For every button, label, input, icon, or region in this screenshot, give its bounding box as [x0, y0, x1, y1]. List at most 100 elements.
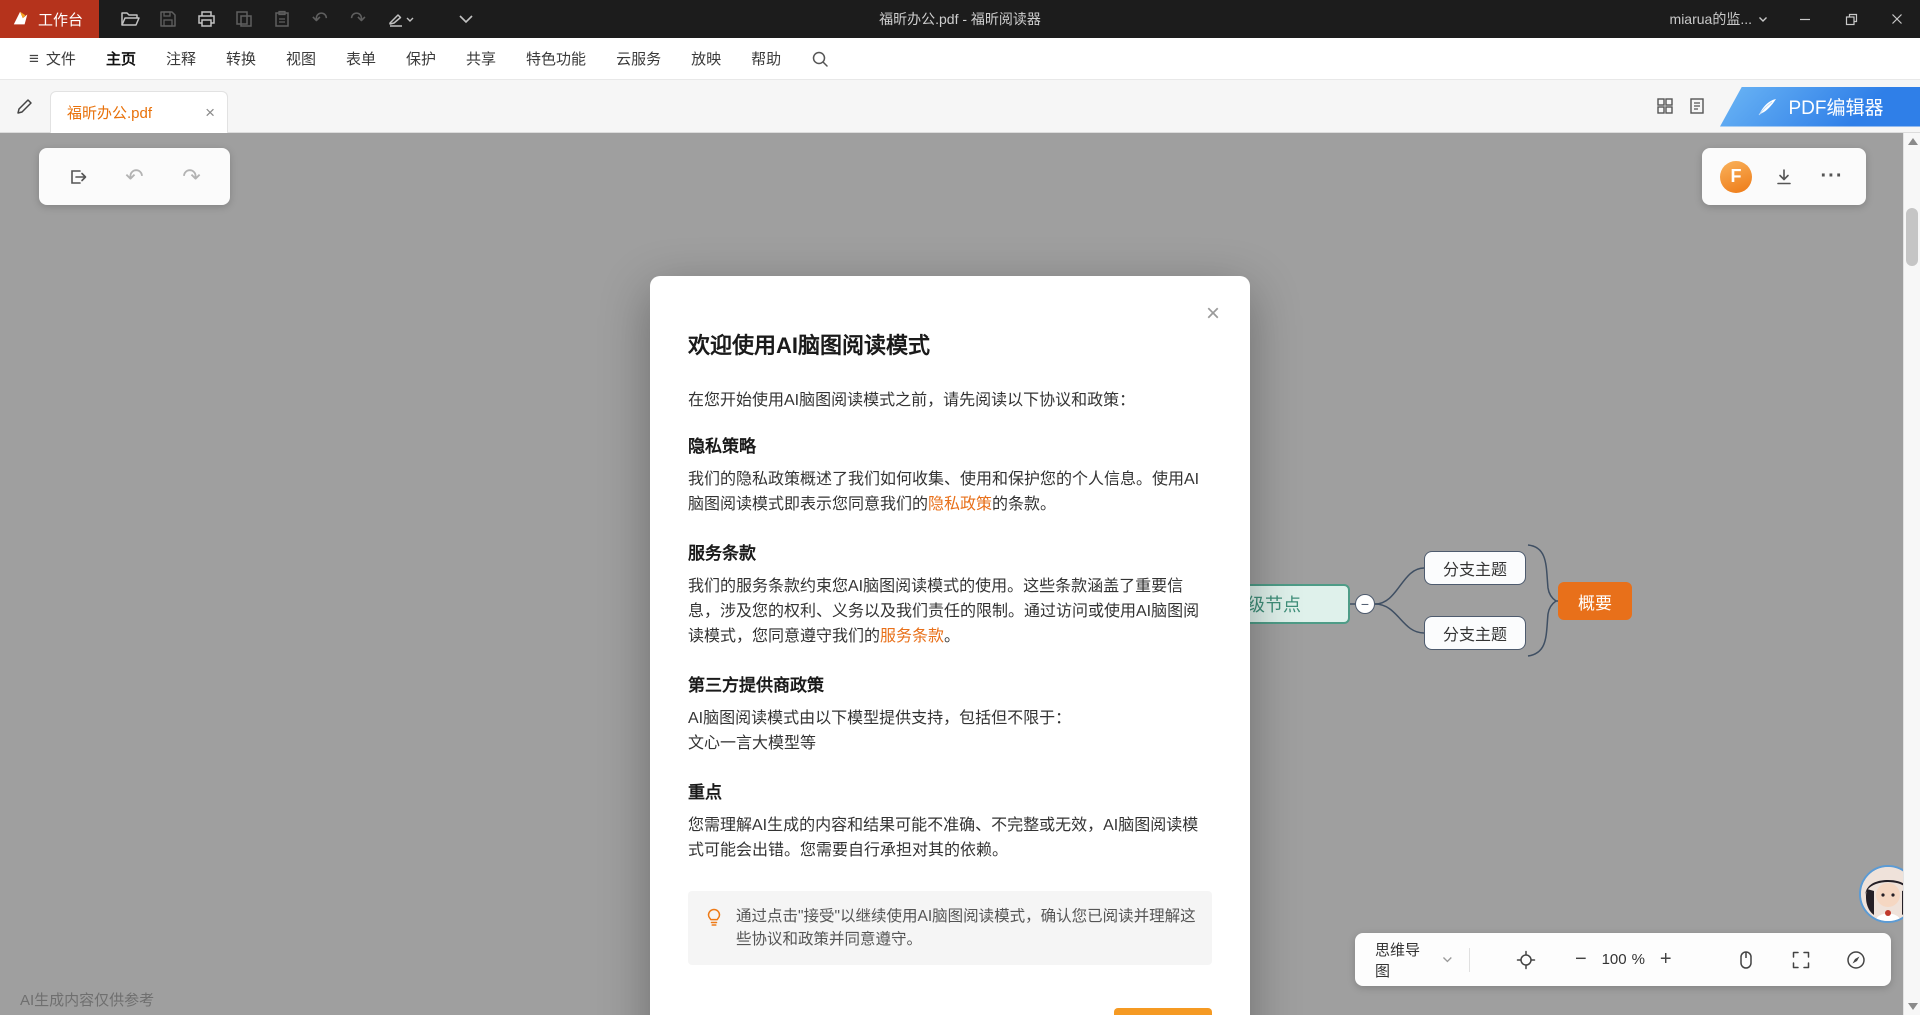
vertical-scrollbar[interactable] [1903, 133, 1920, 1015]
account-name: miarua的监... [1670, 9, 1752, 29]
privacy-policy-link[interactable]: 隐私政策 [928, 496, 992, 513]
search-icon[interactable] [802, 50, 838, 68]
mouse-mode-icon[interactable] [1732, 945, 1761, 975]
chevron-down-icon [1442, 956, 1453, 963]
dialog-title: 欢迎使用AI脑图阅读模式 [688, 328, 1212, 360]
menu-view[interactable]: 视图 [271, 38, 331, 80]
menu-form[interactable]: 表单 [331, 38, 391, 80]
redo-icon[interactable]: ↷ [341, 4, 375, 34]
mindmap-node-branch-top[interactable]: 分支主题 [1424, 551, 1526, 585]
view-mode-select[interactable]: 思维导图 [1375, 939, 1453, 981]
menubar: ≡ 文件 主页 注释 转换 视图 表单 保护 共享 特色功能 云服务 放映 帮助 [0, 38, 1920, 80]
tabbar-right: PDF编辑器 [1656, 80, 1920, 133]
workspace-label: 工作台 [38, 9, 83, 30]
redo-icon[interactable]: ↷ [172, 157, 212, 197]
minimize-button[interactable] [1782, 0, 1828, 38]
chevron-down-icon [1758, 16, 1768, 23]
window-title: 福昕办公.pdf - 福昕阅读器 [879, 9, 1041, 29]
zoom-in-button[interactable]: + [1651, 945, 1680, 975]
quill-icon [1756, 96, 1778, 118]
view-control-bar: 思维导图 − 100% + [1355, 933, 1891, 986]
ink-sign-icon[interactable] [379, 4, 423, 34]
dialog-close-icon[interactable]: × [1206, 302, 1220, 326]
tab-title: 福昕办公.pdf [67, 102, 197, 123]
quick-access-toolbar: ↶ ↷ [113, 4, 483, 34]
save-icon[interactable] [151, 4, 185, 34]
terms-heading: 服务条款 [688, 539, 1212, 564]
scrollbar-thumb[interactable] [1906, 208, 1918, 266]
annotate-pencil-icon[interactable] [0, 97, 50, 115]
privacy-body: 我们的隐私政策概述了我们如何收集、使用和保护您的个人信息。使用AI脑图阅读模式即… [688, 467, 1212, 517]
mindmap-node-branch-bottom[interactable]: 分支主题 [1424, 616, 1526, 650]
titlebar-right: miarua的监... [1656, 0, 1920, 38]
lightbulb-icon [704, 907, 724, 929]
view-mode-label: 思维导图 [1375, 939, 1434, 981]
collapse-node-icon[interactable]: − [1355, 594, 1375, 614]
menu-slideshow[interactable]: 放映 [676, 38, 736, 80]
workspace-button[interactable]: 工作台 [0, 0, 99, 38]
foxit-logo-icon [12, 10, 30, 28]
menu-protect[interactable]: 保护 [391, 38, 451, 80]
grid-view-icon[interactable] [1656, 97, 1674, 115]
toolbar-expand-icon[interactable] [449, 4, 483, 34]
divider [1469, 948, 1470, 972]
compass-icon[interactable] [1842, 945, 1871, 975]
key-point-heading: 重点 [688, 778, 1212, 803]
terms-body-tail: 。 [944, 628, 960, 645]
zoom-level: 100% [1602, 951, 1645, 968]
undo-icon[interactable]: ↶ [303, 4, 337, 34]
download-icon[interactable] [1764, 157, 1804, 197]
undo-icon[interactable]: ↶ [115, 157, 155, 197]
third-party-line1: AI脑图阅读模式由以下模型提供支持，包括但不限于： [688, 706, 1212, 731]
ai-disclaimer: AI生成内容仅供参考 [20, 989, 154, 1010]
menu-home[interactable]: 主页 [91, 38, 151, 80]
foxit-reader-window: 工作台 ↶ ↷ [0, 0, 1920, 133]
close-tab-icon[interactable]: × [205, 104, 215, 121]
print-icon[interactable] [189, 4, 223, 34]
menu-share[interactable]: 共享 [451, 38, 511, 80]
accept-button[interactable]: 接受 [1114, 1008, 1212, 1015]
locate-center-icon[interactable] [1511, 945, 1540, 975]
accept-tip-box: 通过点击"接受"以继续使用AI脑图阅读模式，确认您已阅读并理解这些协议和政策并同… [688, 891, 1212, 965]
copy-icon[interactable] [227, 4, 261, 34]
dialog-intro: 在您开始使用AI脑图阅读模式之前，请先阅读以下协议和政策： [688, 386, 1212, 410]
fullscreen-icon[interactable] [1787, 945, 1816, 975]
scroll-up-icon[interactable] [1908, 138, 1918, 145]
open-in-editor-icon[interactable] [58, 157, 98, 197]
menu-comment[interactable]: 注释 [151, 38, 211, 80]
privacy-heading: 隐私策略 [688, 432, 1212, 457]
key-point-body: 您需理解AI生成的内容和结果可能不准确、不完整或无效，AI脑图阅读模式可能会出错… [688, 813, 1212, 863]
accept-tip-text: 通过点击"接受"以继续使用AI脑图阅读模式，确认您已阅读并理解这些协议和政策并同… [736, 905, 1196, 951]
close-button[interactable] [1874, 0, 1920, 38]
hamburger-icon: ≡ [29, 49, 39, 69]
menu-features[interactable]: 特色功能 [511, 38, 601, 80]
pdf-editor-button[interactable]: PDF编辑器 [1720, 87, 1920, 127]
tabbar: 福昕办公.pdf × PDF编辑器 [0, 80, 1920, 133]
terms-body: 我们的服务条款约束您AI脑图阅读模式的使用。这些条款涵盖了重要信息，涉及您的权利… [688, 574, 1212, 649]
account-menu[interactable]: miarua的监... [1656, 0, 1782, 38]
canvas-toolbar-left: ↶ ↷ [39, 148, 230, 205]
menu-file[interactable]: ≡ 文件 [14, 38, 91, 80]
scroll-down-icon[interactable] [1908, 1003, 1918, 1010]
menu-help[interactable]: 帮助 [736, 38, 796, 80]
open-file-icon[interactable] [113, 4, 147, 34]
restore-button[interactable] [1828, 0, 1874, 38]
more-options-icon[interactable]: ··· [1812, 157, 1852, 197]
mindmap-canvas[interactable]: ↶ ↷ F ··· 二级节点 − 分支主题 分支主题 概要 [0, 133, 1920, 1015]
pdf-editor-label: PDF编辑器 [1788, 93, 1883, 120]
mindmap-node-summary[interactable]: 概要 [1558, 582, 1632, 620]
third-party-line2: 文心一言大模型等 [688, 731, 1212, 756]
ai-assistant-icon[interactable]: F [1716, 157, 1756, 197]
page-layout-icon[interactable] [1688, 97, 1706, 115]
titlebar: 工作台 ↶ ↷ [0, 0, 1920, 38]
terms-of-service-link[interactable]: 服务条款 [880, 628, 944, 645]
ai-terms-dialog: × 欢迎使用AI脑图阅读模式 在您开始使用AI脑图阅读模式之前，请先阅读以下协议… [650, 276, 1250, 1015]
document-tab[interactable]: 福昕办公.pdf × [50, 91, 228, 133]
third-party-heading: 第三方提供商政策 [688, 671, 1212, 696]
paste-icon[interactable] [265, 4, 299, 34]
third-party-body: AI脑图阅读模式由以下模型提供支持，包括但不限于： 文心一言大模型等 [688, 706, 1212, 756]
menu-convert[interactable]: 转换 [211, 38, 271, 80]
menu-cloud[interactable]: 云服务 [601, 38, 676, 80]
canvas-toolbar-right: F ··· [1702, 148, 1866, 205]
zoom-out-button[interactable]: − [1566, 945, 1595, 975]
